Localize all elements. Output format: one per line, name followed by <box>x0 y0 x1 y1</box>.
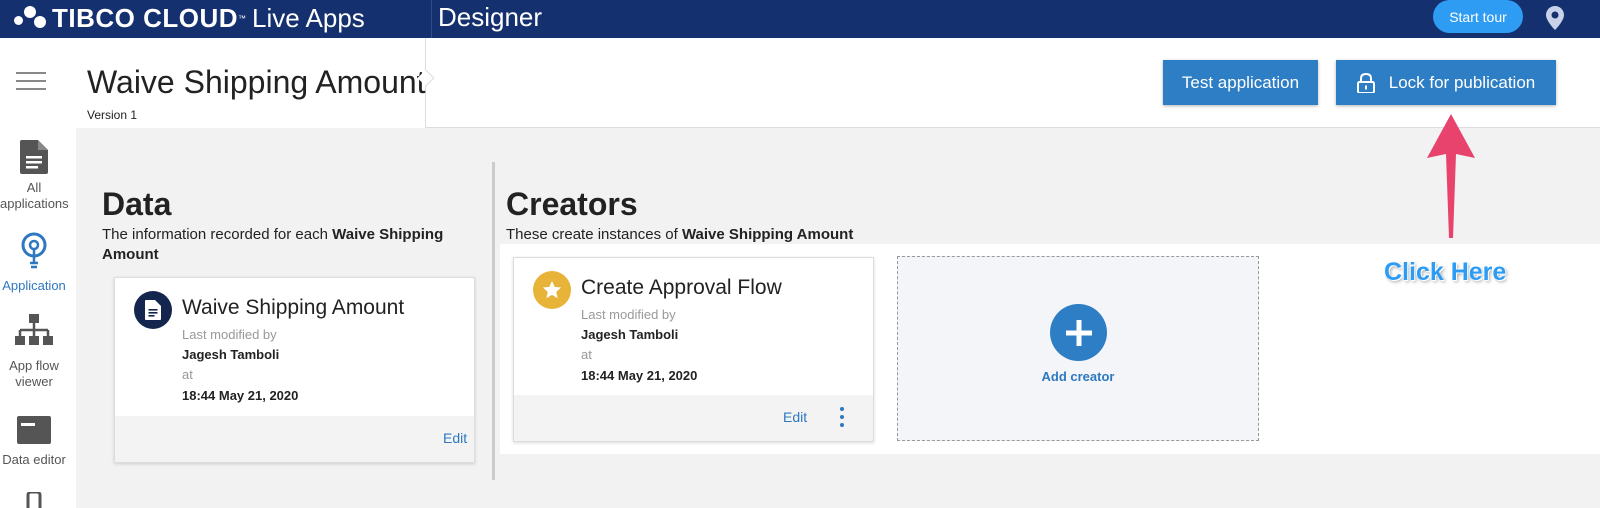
data-card-timestamp: 18:44 May 21, 2020 <box>182 388 299 403</box>
data-card-modified-label: Last modified by <box>182 327 277 342</box>
topbar-divider <box>431 0 432 38</box>
more-nav-icon[interactable] <box>23 492 45 508</box>
nav-all-applications[interactable]: All applications <box>0 140 69 212</box>
top-bar: TIBCO CLOUD ™ Live Apps Designer Start t… <box>0 0 1600 38</box>
data-subtitle: The information recorded for each Waive … <box>102 225 462 265</box>
nav-application[interactable]: Application <box>0 232 68 294</box>
document-icon <box>20 140 48 174</box>
tibco-logo[interactable]: TIBCO CLOUD ™ Live Apps <box>12 2 365 34</box>
product-name: Live Apps <box>252 2 365 33</box>
nav-data-editor[interactable]: Data editor <box>0 416 68 468</box>
annotation-arrow <box>1427 114 1475 238</box>
lock-for-publication-button[interactable]: Lock for publication <box>1336 60 1556 105</box>
creator-card-timestamp: 18:44 May 21, 2020 <box>581 368 698 383</box>
add-creator-label: Add creator <box>1041 369 1115 384</box>
add-creator-card[interactable]: Add creator <box>897 256 1259 441</box>
data-heading: Data <box>102 186 172 222</box>
creator-card-footer: Edit <box>514 395 873 441</box>
creator-card[interactable]: Create Approval Flow Last modified by Ja… <box>513 257 874 442</box>
creator-card-modified-label: Last modified by <box>581 307 676 322</box>
page-title: Waive Shipping Amount <box>87 64 426 100</box>
nav-all-applications-label: All applications <box>0 180 69 211</box>
nav-app-flow-viewer[interactable]: App flow viewer <box>0 314 68 390</box>
creator-card-title: Create Approval Flow <box>581 276 782 299</box>
data-card-author: Jagesh Tamboli <box>182 347 280 362</box>
left-nav: All applications Application App flow vi… <box>0 38 76 508</box>
data-card-title: Waive Shipping Amount <box>182 296 405 319</box>
section-name: Designer <box>438 2 543 32</box>
creators-subtitle-text: These create instances of <box>506 226 678 243</box>
creator-card-author: Jagesh Tamboli <box>581 327 679 342</box>
start-tour-button[interactable]: Start tour <box>1433 0 1523 33</box>
data-card[interactable]: Waive Shipping Amount Last modified by J… <box>114 277 475 463</box>
data-subtitle-text: The information recorded for each <box>102 226 328 243</box>
nav-data-editor-label: Data editor <box>2 452 66 467</box>
data-card-footer: Edit <box>115 416 474 462</box>
data-editor-icon <box>17 416 51 444</box>
lightbulb-icon <box>21 232 47 269</box>
lock-for-publication-label: Lock for publication <box>1388 72 1536 92</box>
data-document-icon <box>134 291 172 329</box>
section-divider <box>492 162 495 480</box>
app-title-box: Waive Shipping Amount Version 1 <box>76 38 426 128</box>
creators-subtitle: These create instances of Waive Shipping… <box>506 225 1006 245</box>
tibco-logo-icon <box>12 4 48 32</box>
hierarchy-icon <box>15 314 53 345</box>
version-label: Version 1 <box>87 108 138 122</box>
location-pin-icon[interactable] <box>1546 6 1564 30</box>
nav-app-flow-viewer-label: App flow viewer <box>9 358 59 389</box>
test-application-button[interactable]: Test application <box>1163 60 1318 105</box>
nav-application-label: Application <box>2 278 66 293</box>
creator-edit-link[interactable]: Edit <box>783 409 807 425</box>
creator-card-at-label: at <box>581 347 592 362</box>
click-here-annotation: Click Here <box>1384 258 1507 286</box>
menu-icon[interactable] <box>16 72 46 92</box>
plus-icon <box>1050 304 1107 361</box>
test-application-label: Test application <box>1181 72 1300 92</box>
more-options-icon[interactable] <box>840 407 846 427</box>
lock-icon <box>1356 72 1375 93</box>
creators-subtitle-app: Waive Shipping Amount <box>681 226 854 243</box>
data-edit-link[interactable]: Edit <box>443 430 467 446</box>
creators-heading: Creators <box>506 186 638 222</box>
brand-name: TIBCO CLOUD <box>52 2 239 33</box>
star-icon <box>533 271 571 309</box>
trademark: ™ <box>238 13 247 23</box>
data-card-at-label: at <box>182 367 193 382</box>
